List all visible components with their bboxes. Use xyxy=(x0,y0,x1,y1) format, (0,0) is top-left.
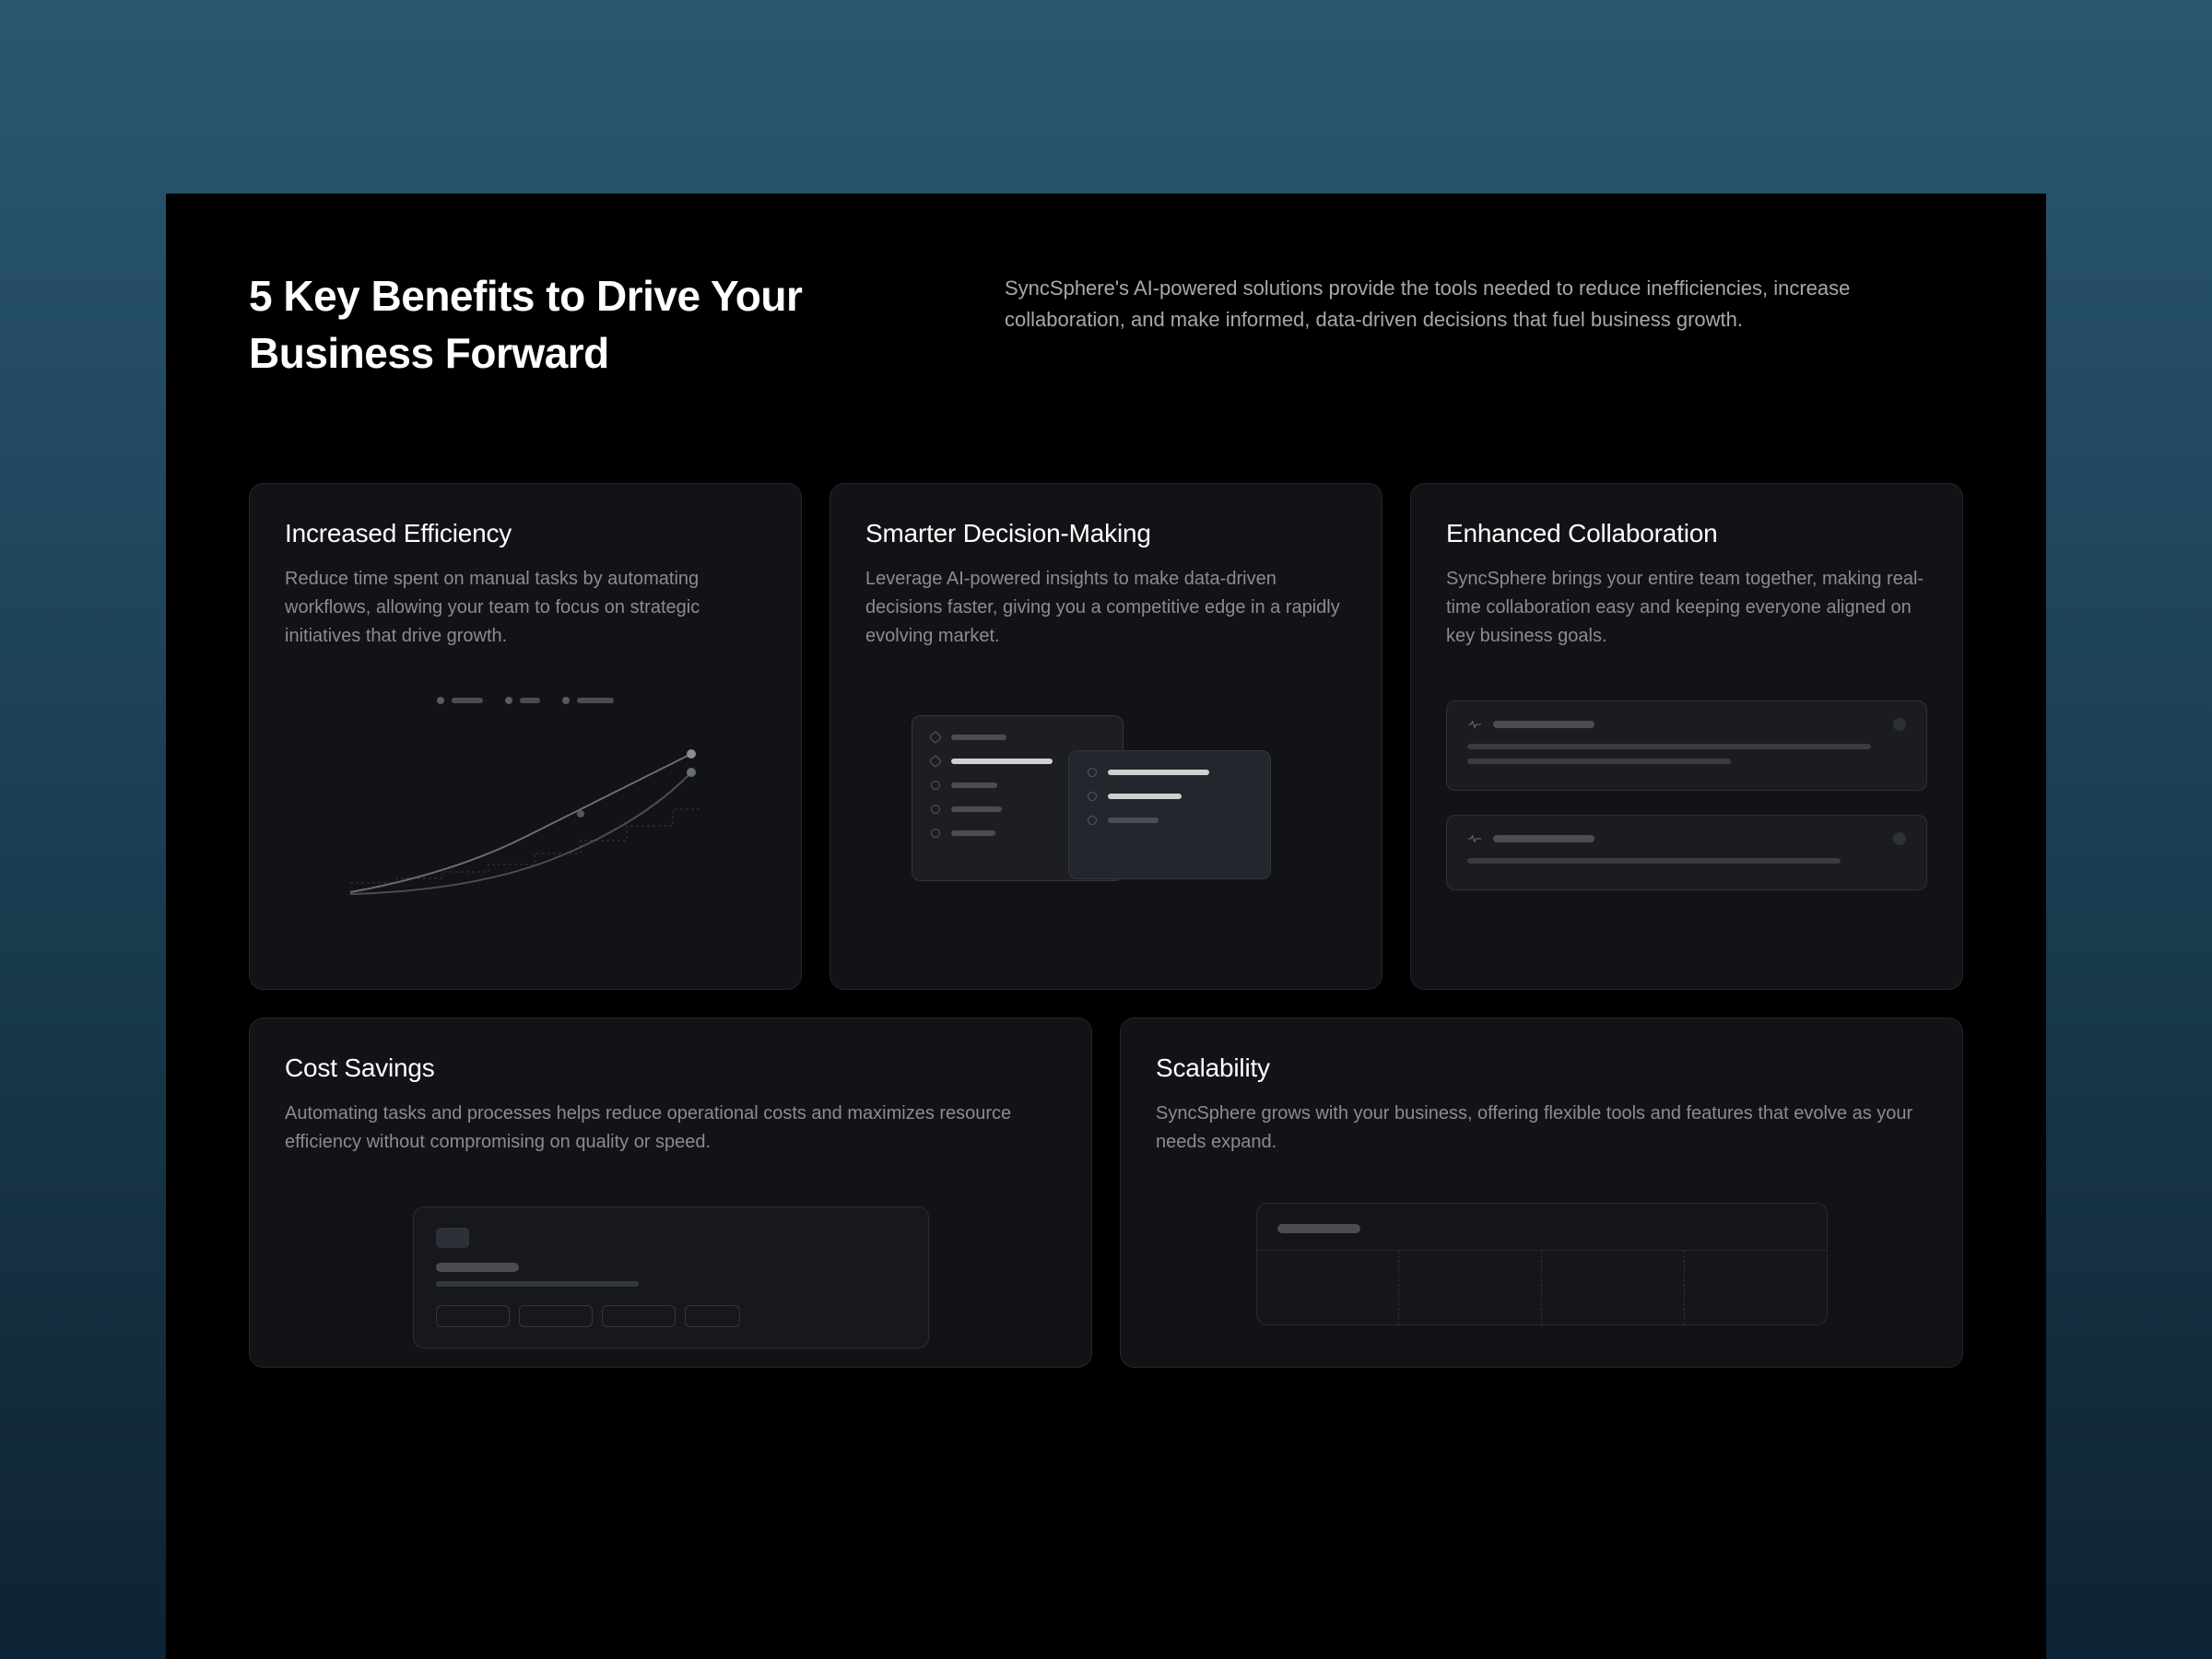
scalability-table-illustration xyxy=(1156,1175,1927,1367)
benefit-title: Enhanced Collaboration xyxy=(1446,519,1927,548)
benefit-title: Scalability xyxy=(1156,1053,1927,1083)
benefits-grid-bottom: Cost Savings Automating tasks and proces… xyxy=(249,1018,1963,1368)
message-card xyxy=(1446,815,1927,890)
section-header: 5 Key Benefits to Drive Your Business Fo… xyxy=(249,267,1963,382)
efficiency-chart-illustration xyxy=(285,669,766,989)
benefit-card-efficiency: Increased Efficiency Reduce time spent o… xyxy=(249,483,802,990)
benefits-section: 5 Key Benefits to Drive Your Business Fo… xyxy=(166,194,2046,1659)
message-card xyxy=(1446,700,1927,791)
benefit-description: Reduce time spent on manual tasks by aut… xyxy=(285,565,766,651)
cost-invoice-illustration xyxy=(285,1175,1056,1367)
pulse-icon xyxy=(1467,720,1482,729)
benefit-card-cost: Cost Savings Automating tasks and proces… xyxy=(249,1018,1092,1368)
benefit-description: Leverage AI-powered insights to make dat… xyxy=(865,565,1347,651)
benefits-grid-top: Increased Efficiency Reduce time spent o… xyxy=(249,483,1963,990)
benefit-card-collaboration: Enhanced Collaboration SyncSphere brings… xyxy=(1410,483,1963,990)
benefit-description: SyncSphere brings your entire team toget… xyxy=(1446,565,1927,651)
decision-panels-illustration xyxy=(865,669,1347,989)
pulse-icon xyxy=(1467,834,1482,843)
benefit-description: Automating tasks and processes helps red… xyxy=(285,1100,1056,1157)
benefit-description: SyncSphere grows with your business, off… xyxy=(1156,1100,1927,1157)
legend-item xyxy=(562,697,614,704)
section-title: 5 Key Benefits to Drive Your Business Fo… xyxy=(249,267,876,382)
legend-item xyxy=(437,697,483,704)
chart-legend xyxy=(285,697,766,704)
line-chart-icon xyxy=(285,717,766,901)
legend-item xyxy=(505,697,540,704)
benefit-title: Cost Savings xyxy=(285,1053,1056,1083)
section-subtitle: SyncSphere's AI-powered solutions provid… xyxy=(1005,267,1963,382)
benefit-card-decision: Smarter Decision-Making Leverage AI-powe… xyxy=(830,483,1382,990)
panel-front xyxy=(1068,750,1271,879)
benefit-title: Smarter Decision-Making xyxy=(865,519,1347,548)
benefit-title: Increased Efficiency xyxy=(285,519,766,548)
benefit-card-scalability: Scalability SyncSphere grows with your b… xyxy=(1120,1018,1963,1368)
collaboration-messages-illustration xyxy=(1446,669,1927,989)
